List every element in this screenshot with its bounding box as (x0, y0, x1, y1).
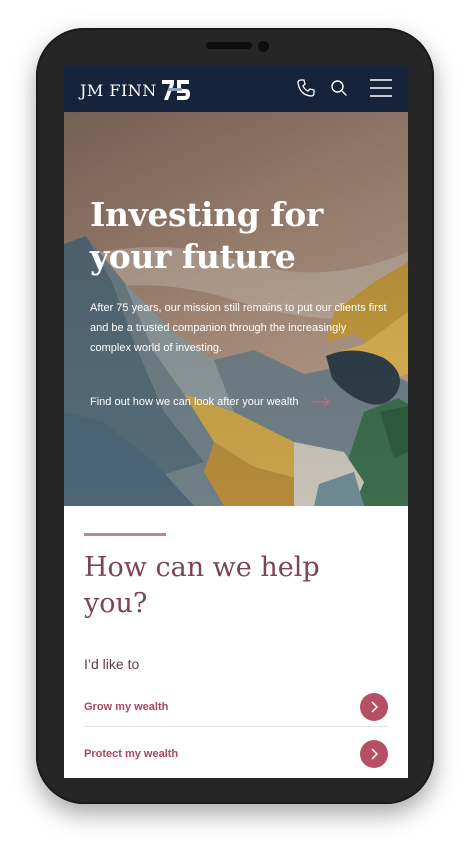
hero-cta-link[interactable]: Find out how we can look after your weal… (90, 396, 331, 408)
hero-description: After 75 years, our mission still remain… (90, 302, 387, 354)
option-label: Grow my wealth (84, 701, 169, 713)
phone-icon[interactable] (296, 78, 316, 98)
logo-text: JM FINN (80, 80, 157, 100)
search-icon[interactable] (329, 78, 349, 98)
section-subtitle: I’d like to (84, 656, 140, 672)
section-title: How can we help you? (84, 552, 320, 619)
hero-cta-label: Find out how we can look after your weal… (90, 396, 299, 408)
section-divider (84, 533, 166, 536)
chevron-right-icon (371, 701, 379, 713)
arrow-right-icon (312, 397, 330, 407)
anniversary-75-icon (161, 80, 190, 100)
device-mockup: JM FINN Investing for your future After … (0, 0, 470, 848)
chevron-right-icon (371, 748, 379, 760)
option-label: Protect my wealth (84, 748, 179, 760)
help-section: How can we help you? I’d like to Grow my… (64, 506, 408, 778)
chevron-right-button[interactable] (360, 693, 388, 721)
phone-speaker (206, 42, 252, 49)
option-protect-wealth[interactable]: Protect my wealth (84, 735, 388, 773)
chevron-right-button[interactable] (360, 740, 388, 768)
phone-camera (258, 41, 269, 52)
hero-title: Investing for your future (90, 195, 323, 276)
option-grow-wealth[interactable]: Grow my wealth (84, 688, 388, 727)
site-header: JM FINN (64, 65, 408, 112)
hamburger-menu-icon[interactable] (370, 78, 392, 98)
logo[interactable]: JM FINN (80, 79, 192, 101)
hero-banner: Investing for your future After 75 years… (64, 112, 408, 506)
phone-screen: JM FINN Investing for your future After … (64, 65, 408, 778)
